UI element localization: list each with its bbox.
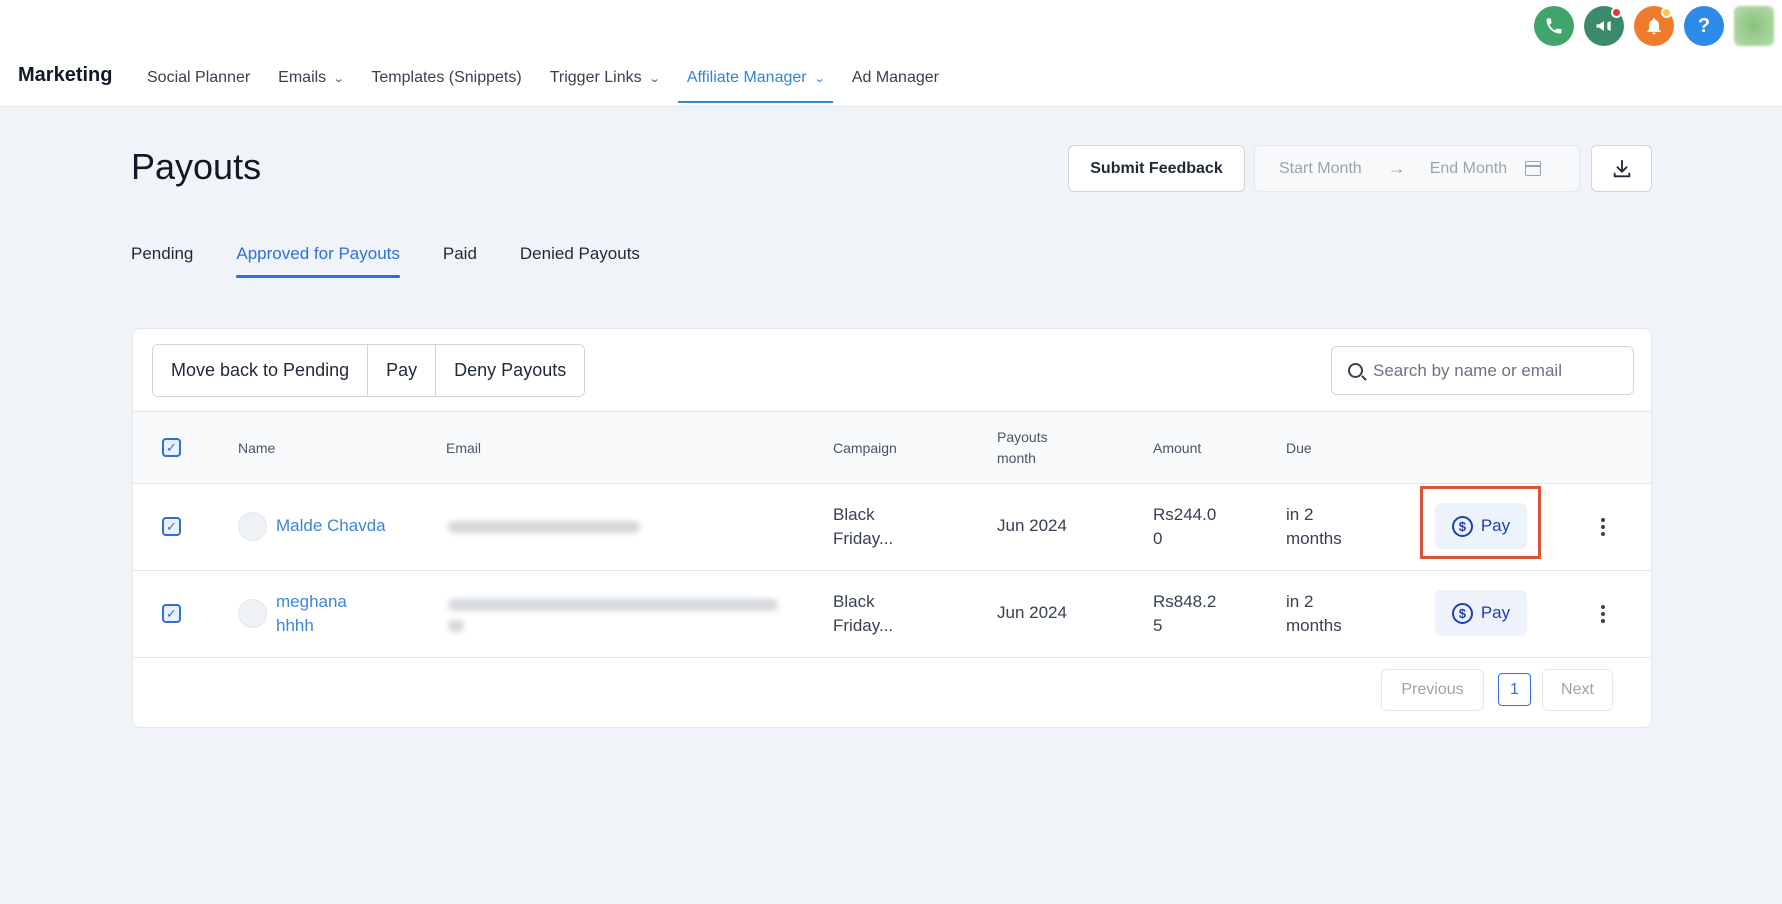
chevron-down-icon: ⌄ [813, 72, 826, 85]
nav-trigger-links[interactable]: Trigger Links ⌄ [550, 68, 661, 88]
bulk-action-group: Move back to Pending Pay Deny Payouts [152, 344, 586, 397]
table-header: ✓ Name Email Campaign Payouts month Amou… [133, 411, 1651, 484]
bell-icon[interactable] [1634, 6, 1674, 46]
header-due[interactable]: Due [1286, 438, 1312, 459]
header-name[interactable]: Name [238, 438, 275, 459]
header-email[interactable]: Email [446, 438, 481, 459]
nav-ad-manager[interactable]: Ad Manager [852, 68, 939, 88]
header-amount[interactable]: Amount [1153, 438, 1201, 459]
top-navigation-bar: ? Marketing Social Planner Emails ⌄ Templ… [0, 0, 1782, 107]
pay-button[interactable]: $ Pay [1435, 590, 1527, 636]
chevron-down-icon: ⌄ [332, 72, 345, 85]
download-icon [1613, 159, 1630, 177]
payouts-month-cell: Jun 2024 [997, 603, 1067, 622]
campaign-cell: Black Friday... [833, 505, 894, 548]
chevron-down-icon: ⌄ [648, 72, 661, 85]
affiliate-name-link[interactable]: meghana hhhh [276, 590, 347, 638]
row-checkbox[interactable]: ✓ [162, 517, 181, 536]
bulk-pay-button[interactable]: Pay [368, 345, 437, 396]
page-title: Payouts [131, 146, 262, 187]
submit-feedback-button[interactable]: Submit Feedback [1068, 145, 1245, 192]
end-month-input[interactable]: End Month [1430, 160, 1507, 178]
avatar [238, 512, 267, 541]
previous-page-button[interactable]: Previous [1381, 669, 1484, 711]
highlight-box [1420, 486, 1541, 559]
nav-emails[interactable]: Emails ⌄ [278, 68, 345, 88]
arrow-right-icon: → [1387, 158, 1406, 178]
due-cell: in 2 months [1286, 505, 1342, 548]
user-avatar[interactable] [1734, 6, 1774, 46]
nav-templates[interactable]: Templates (Snippets) [371, 68, 521, 88]
search-box [1331, 346, 1634, 395]
more-options-icon[interactable] [1601, 605, 1605, 623]
avatar [238, 599, 267, 628]
search-icon [1348, 363, 1363, 378]
brand-title: Marketing [18, 64, 113, 86]
tab-pending[interactable]: Pending [131, 244, 193, 278]
notification-dot [1661, 7, 1672, 18]
tab-approved-for-payouts[interactable]: Approved for Payouts [236, 244, 401, 278]
payouts-month-cell: Jun 2024 [997, 516, 1067, 535]
header-payouts-month[interactable]: Payouts month [997, 427, 1048, 469]
payouts-card: Move back to Pending Pay Deny Payouts ✓ … [132, 328, 1652, 728]
notification-dot [1611, 7, 1622, 18]
table-row: ✓ meghana hhhh Black Friday... Jun 2024 … [133, 571, 1651, 658]
page-number-current[interactable]: 1 [1498, 673, 1531, 706]
next-page-button[interactable]: Next [1542, 669, 1613, 711]
payout-tabs: Pending Approved for Payouts Paid Denied… [131, 244, 683, 278]
campaign-cell: Black Friday... [833, 592, 894, 635]
select-all-checkbox[interactable]: ✓ [162, 438, 181, 457]
more-options-icon[interactable] [1601, 518, 1605, 536]
move-back-to-pending-button[interactable]: Move back to Pending [153, 345, 369, 396]
main-nav: Social Planner Emails ⌄ Templates (Snippe… [147, 68, 967, 103]
megaphone-icon[interactable] [1584, 6, 1624, 46]
tab-denied-payouts[interactable]: Denied Payouts [520, 244, 640, 278]
top-icon-group: ? [1534, 6, 1774, 46]
header-campaign[interactable]: Campaign [833, 438, 897, 459]
row-checkbox[interactable]: ✓ [162, 604, 181, 623]
tab-paid[interactable]: Paid [443, 244, 477, 278]
phone-icon[interactable] [1534, 6, 1574, 46]
start-month-input[interactable]: Start Month [1279, 160, 1362, 178]
affiliate-name-link[interactable]: Malde Chavda [276, 514, 386, 538]
nav-affiliate-manager[interactable]: Affiliate Manager ⌄ [677, 68, 833, 103]
due-cell: in 2 months [1286, 592, 1342, 635]
download-button[interactable] [1591, 145, 1652, 192]
calendar-icon [1525, 161, 1542, 176]
email-redacted [448, 521, 640, 533]
help-icon[interactable]: ? [1684, 6, 1724, 46]
deny-payouts-button[interactable]: Deny Payouts [436, 345, 585, 396]
email-redacted [448, 620, 464, 632]
email-redacted [448, 599, 778, 611]
dollar-icon: $ [1451, 602, 1473, 624]
nav-social-planner[interactable]: Social Planner [147, 68, 250, 88]
amount-cell: Rs848.2 5 [1153, 592, 1217, 635]
search-input[interactable] [1373, 360, 1623, 381]
amount-cell: Rs244.0 0 [1153, 505, 1217, 548]
month-range-picker[interactable]: Start Month → End Month [1254, 145, 1580, 192]
